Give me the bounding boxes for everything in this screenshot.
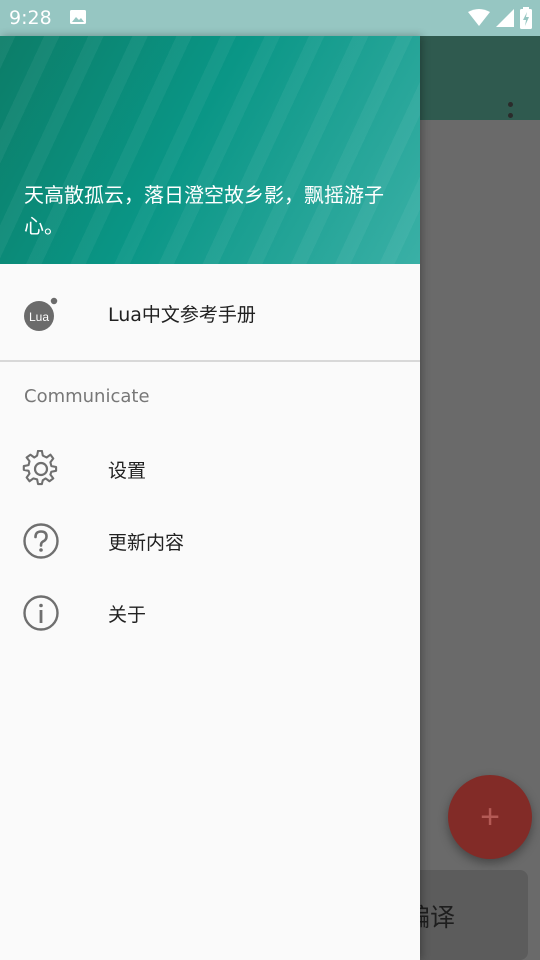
battery-charging-icon xyxy=(520,7,532,29)
status-bar: 9:28 xyxy=(0,0,540,36)
help-circle-icon xyxy=(23,523,59,559)
add-fab-button[interactable]: + xyxy=(448,775,532,859)
lua-logo-text: Lua xyxy=(29,310,49,324)
drawer-item-lua-manual[interactable]: Lua Lua中文参考手册 xyxy=(0,264,420,360)
drawer-item-label: 更新内容 xyxy=(108,532,185,554)
drawer-item-changelog[interactable]: 更新内容 xyxy=(0,506,420,578)
header-quote: 天高散孤云，落日澄空故乡影，飘摇游子心。 xyxy=(24,183,384,238)
drawer-item-label: 关于 xyxy=(108,604,147,626)
status-time: 9:28 xyxy=(9,7,52,29)
section-title: Communicate xyxy=(24,386,150,407)
lua-logo-icon: Lua xyxy=(24,297,58,331)
drawer-item-settings[interactable]: 设置 xyxy=(0,434,420,506)
divider xyxy=(0,360,420,362)
info-circle-icon xyxy=(23,595,59,631)
plus-icon: + xyxy=(480,798,500,836)
navigation-drawer: 天高散孤云，落日澄空故乡影，飘摇游子心。 Lua Lua中文参考手册 Commu… xyxy=(0,36,420,960)
drawer-item-label: Lua中文参考手册 xyxy=(108,304,256,326)
signal-icon xyxy=(496,9,514,27)
drawer-item-label: 设置 xyxy=(108,460,147,482)
image-icon xyxy=(70,10,86,24)
drawer-item-about[interactable]: 关于 xyxy=(0,578,420,650)
drawer-header: 天高散孤云，落日澄空故乡影，飘摇游子心。 xyxy=(0,36,420,264)
gear-icon xyxy=(22,450,58,486)
wifi-icon xyxy=(468,9,490,26)
